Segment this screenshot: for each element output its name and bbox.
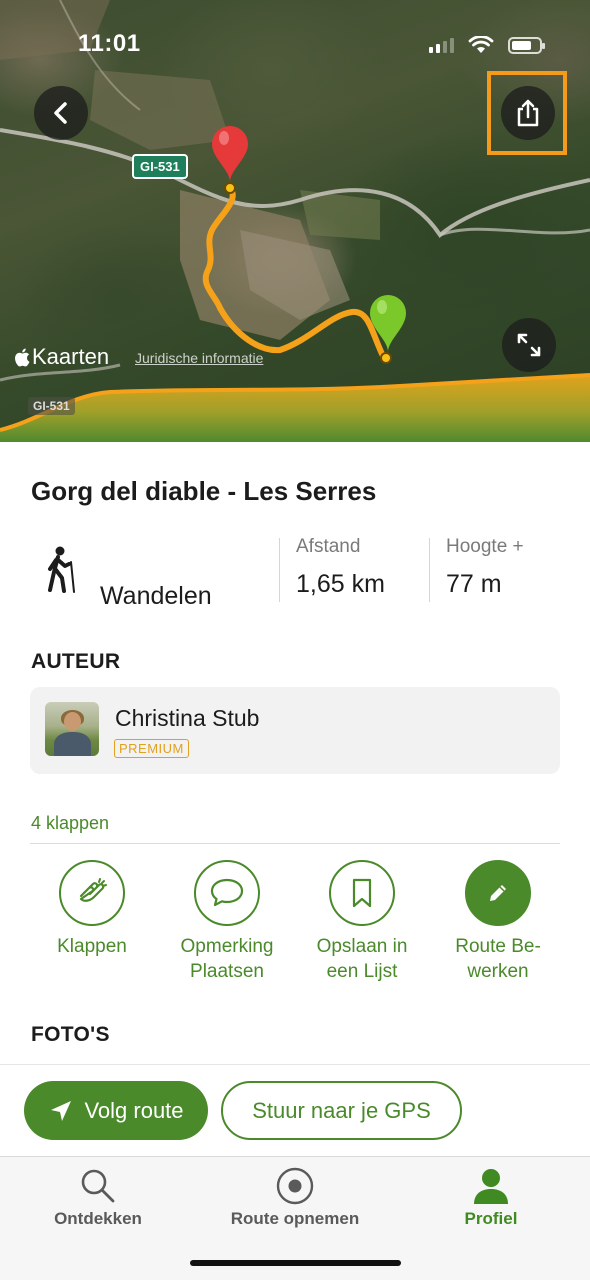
edit-route-label: Route Be- werken [455, 936, 541, 982]
send-to-gps-label: Stuur naar je GPS [252, 1097, 431, 1123]
activity-stat: Wandelen [44, 546, 274, 610]
route-action-bar: Volg route Stuur naar je GPS [0, 1064, 590, 1156]
save-to-list-action[interactable]: Opslaan in een Lijst [292, 860, 432, 984]
map-terrain [0, 0, 590, 442]
clap-action[interactable]: Klappen [22, 860, 162, 959]
route-title: Gorg del diable - Les Serres [31, 476, 377, 506]
comment-icon [210, 878, 244, 907]
pencil-icon [490, 885, 506, 901]
wifi-icon [468, 36, 494, 53]
edit-route-button[interactable] [465, 860, 531, 926]
maps-attribution: Kaarten [14, 344, 109, 370]
hiking-icon [48, 546, 75, 593]
legal-info-link[interactable]: Juridische informatie [135, 350, 263, 366]
expand-icon [517, 333, 541, 357]
activity-label: Wandelen [100, 582, 212, 610]
photos-heading: FOTO'S [31, 1023, 110, 1046]
home-indicator [190, 1260, 401, 1266]
tab-record-route-label: Route opnemen [230, 1209, 360, 1228]
author-heading: AUTEUR [31, 650, 121, 673]
avatar [45, 702, 99, 756]
profile-icon [474, 1169, 508, 1204]
send-to-gps-button[interactable]: Stuur naar je GPS [221, 1081, 462, 1140]
start-pin-icon [212, 126, 248, 182]
road-label-secondary: GI-531 [28, 397, 75, 415]
search-icon [81, 1169, 115, 1203]
stat-divider [429, 538, 430, 602]
battery-icon [508, 36, 545, 54]
tab-record-route[interactable]: Route opnemen [205, 1165, 385, 1229]
distance-stat: Afstand 1,65 km [296, 536, 385, 599]
premium-badge: PREMIUM [114, 739, 189, 758]
elevation-label: Hoogte + [446, 536, 524, 557]
claps-count[interactable]: 4 klappen [31, 813, 109, 834]
expand-map-button[interactable] [502, 318, 556, 372]
clap-label: Klappen [57, 936, 127, 957]
tab-discover[interactable]: Ontdekken [8, 1165, 188, 1229]
cellular-signal-icon [429, 37, 454, 53]
comment-label: Opmerking Plaatsen [180, 936, 274, 982]
elevation-stat: Hoogte + 77 m [446, 536, 524, 599]
share-icon [517, 99, 539, 127]
maps-brand-text: Kaarten [32, 344, 110, 369]
distance-value: 1,65 km [296, 570, 385, 598]
navigation-arrow-icon [51, 1100, 72, 1121]
road-label: GI-531 [132, 154, 188, 179]
status-time: 11:01 [78, 30, 141, 57]
save-to-list-button[interactable] [329, 860, 395, 926]
tab-profile[interactable]: Profiel [401, 1165, 581, 1229]
bookmark-icon [352, 878, 372, 908]
comment-button[interactable] [194, 860, 260, 926]
route-map[interactable]: 11:01 GI-531 GI-531 Kaarten Juridische i… [0, 0, 590, 442]
distance-label: Afstand [296, 536, 361, 557]
section-divider [30, 843, 560, 844]
author-name: Christina Stub [115, 705, 260, 731]
follow-route-label: Volg route [84, 1097, 184, 1123]
edit-route-action[interactable]: Route Be- werken [428, 860, 568, 984]
record-icon [276, 1167, 314, 1205]
clap-icon [79, 878, 107, 902]
stat-divider [279, 538, 280, 602]
tab-profile-label: Profiel [464, 1209, 518, 1228]
elevation-value: 77 m [446, 570, 502, 598]
follow-route-button[interactable]: Volg route [24, 1081, 208, 1140]
tab-discover-label: Ontdekken [54, 1209, 142, 1228]
back-button[interactable] [34, 86, 88, 140]
apple-logo-icon [15, 348, 30, 366]
status-bar: 11:01 [0, 28, 590, 64]
share-button[interactable] [501, 86, 555, 140]
route-stats: Wandelen Afstand 1,65 km Hoogte + 77 m [0, 536, 590, 610]
clap-button[interactable] [59, 860, 125, 926]
comment-action[interactable]: Opmerking Plaatsen [157, 860, 297, 984]
save-to-list-label: Opslaan in een Lijst [316, 936, 408, 982]
chevron-left-icon [54, 102, 67, 124]
author-card[interactable]: Christina Stub PREMIUM [30, 687, 560, 774]
